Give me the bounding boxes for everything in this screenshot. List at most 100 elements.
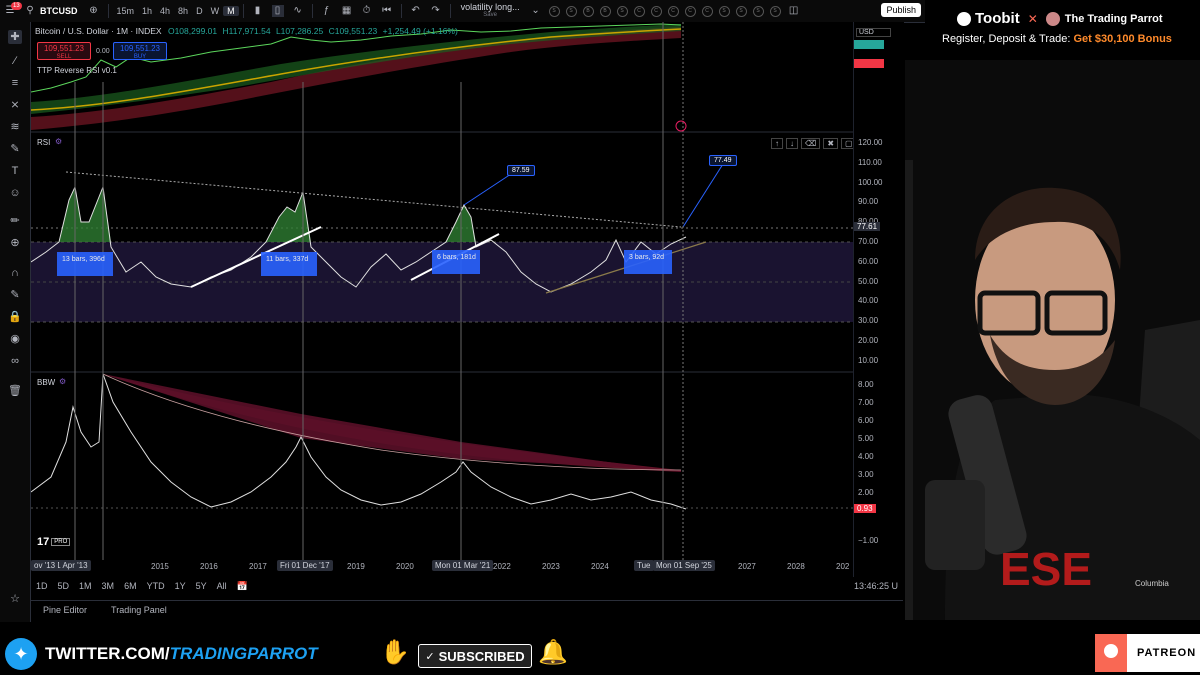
range-annotation-2[interactable]: 11 bars, 337d [261, 252, 317, 276]
drawing-tool-c-icon[interactable]: C [633, 5, 645, 17]
drawing-tool-c3-icon[interactable]: C [667, 5, 679, 17]
crosshair-icon[interactable]: ✚ [8, 30, 22, 44]
camera-icon[interactable]: ◫ [788, 5, 800, 17]
target-marker[interactable] [675, 120, 687, 132]
publish-button[interactable]: Publish [881, 3, 921, 17]
horizontal-lines-icon[interactable]: ≡ [8, 76, 22, 90]
templates-icon[interactable]: ▦ [341, 5, 353, 17]
bbw-label[interactable]: BBW [37, 378, 55, 387]
chart-canvas[interactable] [31, 22, 853, 577]
bbw-scale-label: 6.00 [858, 416, 874, 425]
range-3m[interactable]: 3M [102, 581, 115, 591]
brush-icon[interactable]: ✎ [8, 142, 22, 156]
stream-footer: ✦ TWITTER.COM/TRADINGPARROT ✋ ✓ SUBSCRIB… [0, 632, 1200, 675]
patreon-badge[interactable]: PATREON [1095, 634, 1200, 672]
range-annotation-1[interactable]: 13 bars, 396d [57, 252, 113, 276]
buy-button[interactable]: 109,551.23 BUY [113, 42, 167, 60]
redo-icon[interactable]: ↷ [430, 5, 442, 17]
range-annotation-3[interactable]: 6 bars, 181d [432, 250, 480, 274]
tab-pine-editor[interactable]: Pine Editor [43, 605, 87, 615]
fib-icon[interactable]: ≋ [8, 120, 22, 134]
lock-icon[interactable]: 🔒 [8, 310, 22, 324]
range-5y[interactable]: 5Y [196, 581, 207, 591]
range-5d[interactable]: 5D [58, 581, 70, 591]
search-icon[interactable]: ⚲ [24, 5, 36, 17]
ruler-icon[interactable]: ✏ [8, 214, 22, 228]
tab-trading-panel[interactable]: Trading Panel [111, 605, 167, 615]
clock[interactable]: 13:46:25 U [854, 581, 898, 591]
twitter-link[interactable]: TWITTER.COM/TRADINGPARROT [45, 644, 318, 664]
drawing-tool-s7-icon[interactable]: S [769, 5, 781, 17]
drawing-tool-s-icon[interactable]: S [548, 5, 560, 17]
subscribed-button[interactable]: ✓ SUBSCRIBED [418, 644, 532, 668]
replay-icon[interactable]: ⏮ [381, 5, 393, 17]
drawing-tool-s4-icon[interactable]: S [718, 5, 730, 17]
trash-icon[interactable]: 🗑 [8, 384, 22, 398]
drawing-tool-s6-icon[interactable]: S [752, 5, 764, 17]
link-icon[interactable]: ∞ [8, 354, 22, 368]
eye-icon[interactable]: ◉ [8, 332, 22, 346]
delete-pane-icon[interactable]: ⌫ [801, 138, 821, 149]
callout-87[interactable]: 87.59 [507, 165, 535, 176]
time-highlight-4: Mon 01 Mar '21 [432, 560, 494, 571]
interval-m[interactable]: M [223, 6, 239, 16]
zoom-icon[interactable]: ⊕ [8, 236, 22, 250]
symbol-title[interactable]: Bitcoin / U.S. Dollar · 1M · INDEX [35, 26, 162, 36]
bar-style-icon[interactable]: ▮ [252, 5, 264, 17]
rsi-settings-icon[interactable]: ⚙ [55, 137, 62, 146]
emoji-icon[interactable]: ☺ [8, 186, 22, 200]
drawing-tool-c2-icon[interactable]: C [650, 5, 662, 17]
drawing-tool-s5-icon[interactable]: S [735, 5, 747, 17]
symbol-search[interactable]: BTCUSD [40, 6, 78, 16]
bbw-scale-label: 3.00 [858, 470, 874, 479]
currency-selector[interactable]: USD [856, 28, 891, 37]
trendline-icon[interactable]: ∕ [8, 54, 22, 68]
drawing-tool-c5-icon[interactable]: C [701, 5, 713, 17]
chart-area[interactable]: Bitcoin / U.S. Dollar · 1M · INDEX O108,… [31, 22, 857, 577]
drawing-tool-s3-icon[interactable]: S [616, 5, 628, 17]
range-1d[interactable]: 1D [36, 581, 48, 591]
callout-77[interactable]: 77.49 [709, 155, 737, 166]
range-1y[interactable]: 1Y [175, 581, 186, 591]
move-up-icon[interactable]: ↑ [771, 138, 783, 149]
alert-icon[interactable]: ⏱ [361, 5, 373, 17]
text-icon[interactable]: T [8, 164, 22, 178]
interval-15m[interactable]: 15m [113, 6, 139, 16]
rsi-scale-label: 120.00 [858, 138, 883, 147]
add-symbol-icon[interactable]: ⊕ [88, 5, 100, 17]
drawing-tool-c4-icon[interactable]: C [684, 5, 696, 17]
drawing-tool-b2-icon[interactable]: B [599, 5, 611, 17]
line-style-icon[interactable]: ∿ [292, 5, 304, 17]
range-1m[interactable]: 1M [79, 581, 92, 591]
layout-name[interactable]: volatility long... Save [461, 3, 520, 19]
pattern-icon[interactable]: ⨯ [8, 98, 22, 112]
interval-4h[interactable]: 4h [156, 6, 174, 16]
menu-icon[interactable]: ☰ 13 [4, 2, 22, 17]
bbw-settings-icon[interactable]: ⚙ [59, 377, 66, 386]
indicators-icon[interactable]: ƒ [321, 5, 333, 17]
range-6m[interactable]: 6M [124, 581, 137, 591]
goto-date-icon[interactable]: 📅 [237, 581, 248, 592]
candle-style-icon[interactable]: ▯ [271, 5, 284, 17]
collapse-pane-icon[interactable]: ✖ [823, 138, 839, 149]
indicator-name[interactable]: TTP Reverse RSI v0.1 [37, 66, 117, 75]
magnet-icon[interactable]: ∩ [8, 266, 22, 280]
price-scale[interactable]: USD 120.00110.00100.0090.0080.0070.0060.… [853, 22, 904, 577]
time-axis[interactable]: Mon 01 Apr '13 ov '13 2015 2016 2017 Fri… [31, 560, 853, 576]
interval-1h[interactable]: 1h [138, 6, 156, 16]
range-ytd[interactable]: YTD [147, 581, 165, 591]
interval-w[interactable]: W [207, 6, 224, 16]
interval-d[interactable]: D [192, 6, 207, 16]
range-annotation-4[interactable]: 3 bars, 92d [624, 250, 672, 274]
interval-8h[interactable]: 8h [174, 6, 192, 16]
sell-button[interactable]: 109,551.23 SELL [37, 42, 91, 60]
star-icon[interactable]: ☆ [8, 592, 22, 606]
undo-icon[interactable]: ↶ [410, 5, 422, 17]
range-all[interactable]: All [217, 581, 227, 591]
drawing-tool-b-icon[interactable]: B [582, 5, 594, 17]
drawing-tool-s2-icon[interactable]: S [565, 5, 577, 17]
chevron-down-icon[interactable]: ⌄ [530, 5, 542, 17]
rsi-label[interactable]: RSI [37, 138, 50, 147]
move-down-icon[interactable]: ↓ [786, 138, 798, 149]
draw-lock-icon[interactable]: ✎ [8, 288, 22, 302]
